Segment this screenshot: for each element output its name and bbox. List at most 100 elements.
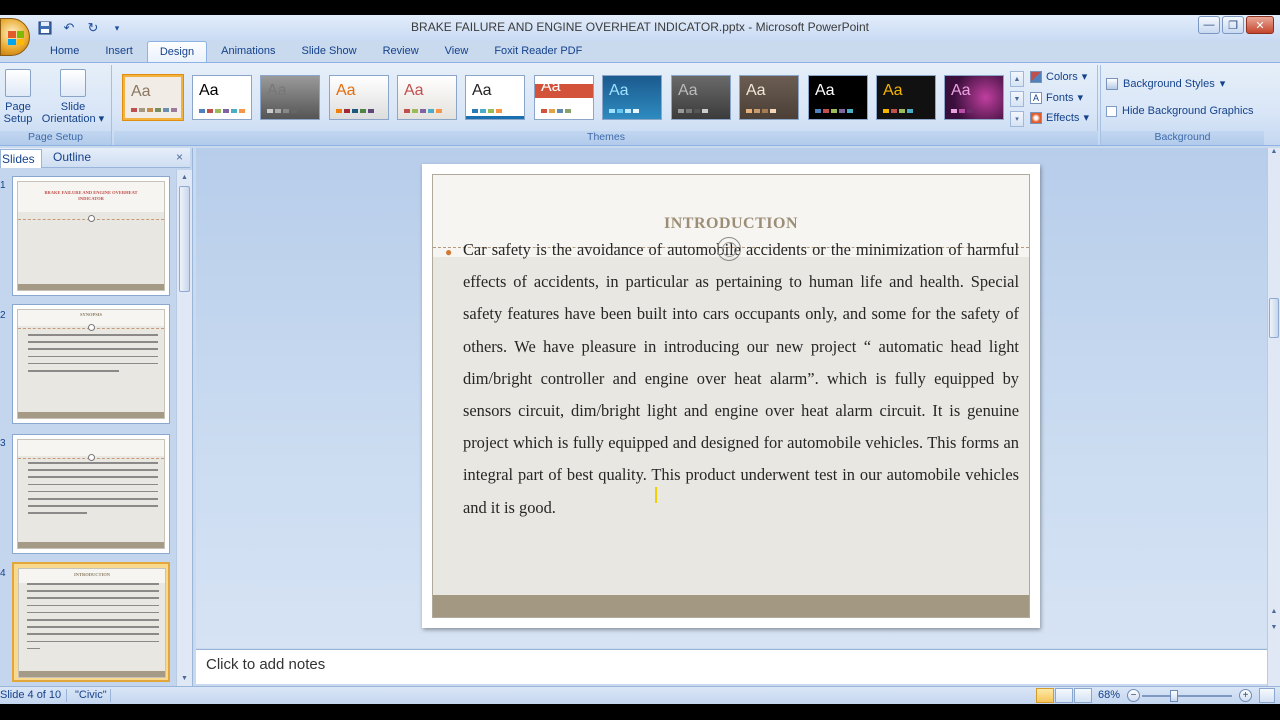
main-vertical-scrollbar[interactable]: ▲ ▲ ▼	[1267, 148, 1280, 686]
page-setup-label: Page	[5, 101, 31, 113]
zoom-in-icon[interactable]: +	[1239, 689, 1252, 702]
slide-orientation-button[interactable]: Slide Orientation ▾	[38, 69, 108, 125]
scroll-down-icon[interactable]: ▼	[1268, 624, 1280, 638]
close-icon[interactable]: ✕	[1246, 16, 1274, 34]
theme-metro[interactable]: Aa	[739, 75, 799, 120]
theme-opulent[interactable]: Aa	[876, 75, 936, 120]
scroll-down-icon[interactable]: ▼	[1010, 91, 1024, 107]
background-styles-button[interactable]: Background Styles ▾	[1106, 77, 1225, 90]
tab-design[interactable]: Design	[146, 41, 208, 63]
zoom-out-icon[interactable]: −	[1127, 689, 1140, 702]
background-group-label: Background	[1101, 131, 1264, 145]
zoom-level[interactable]: 68%	[1098, 689, 1120, 701]
theme-equity[interactable]: Aa	[465, 75, 525, 120]
scroll-up-icon[interactable]: ▲	[177, 170, 192, 185]
tab-foxit-reader-pdf[interactable]: Foxit Reader PDF	[482, 41, 594, 63]
effects-button[interactable]: Effects ▾	[1030, 111, 1089, 124]
scroll-up-icon[interactable]: ▲	[1268, 148, 1280, 162]
close-icon[interactable]: ×	[176, 150, 183, 164]
tab-outline[interactable]: Outline	[53, 150, 91, 164]
theme-civic[interactable]: Aa	[123, 75, 183, 120]
slide-footer-band	[433, 595, 1029, 617]
slide-orientation-icon	[60, 69, 86, 97]
tab-insert[interactable]: Insert	[93, 41, 145, 63]
theme-sample-text: Aa	[472, 82, 492, 99]
tab-slide-show[interactable]: Slide Show	[290, 41, 369, 63]
slide-thumbnail-2[interactable]: SYNOPSIS	[12, 304, 170, 424]
fonts-label: Fonts	[1046, 91, 1074, 104]
theme-sample-text: Aa	[541, 78, 561, 95]
slide-sorter-view-icon[interactable]	[1055, 688, 1073, 703]
theme-aspect[interactable]: Aa	[329, 75, 389, 120]
slide-thumbnails: 1 BRAKE FAILURE AND ENGINE OVERHEAT INDI…	[0, 170, 176, 686]
slide-thumbnail-1[interactable]: BRAKE FAILURE AND ENGINE OVERHEAT INDICA…	[12, 176, 170, 296]
tab-slides[interactable]: Slides	[0, 149, 42, 168]
tab-home[interactable]: Home	[38, 41, 91, 63]
slide-thumbnail-3[interactable]	[12, 434, 170, 554]
themes-group-label: Themes	[114, 131, 1098, 145]
window-controls: — ❐ ✕	[1198, 16, 1274, 34]
slide-frame: INTRODUCTION ● Car safety is the avoidan…	[432, 174, 1030, 618]
theme-foundry[interactable]: Aa	[602, 75, 662, 120]
chevron-down-icon: ▾	[1081, 71, 1088, 83]
slide-thumbnail-4[interactable]: INTRODUCTION	[12, 562, 170, 682]
fonts-icon: A	[1030, 91, 1042, 104]
slide-title[interactable]: INTRODUCTION	[433, 215, 1029, 233]
zoom-slider[interactable]	[1142, 695, 1232, 697]
scrollbar-thumb[interactable]	[1269, 298, 1279, 338]
rotation-handle-icon[interactable]	[717, 237, 741, 261]
top-black-bar	[0, 0, 1280, 15]
normal-view-icon[interactable]	[1036, 688, 1054, 703]
fit-slide-icon[interactable]	[1259, 688, 1275, 703]
theme-sample-text: Aa	[267, 82, 287, 99]
notes-placeholder[interactable]: Click to add notes	[206, 656, 325, 673]
maximize-icon[interactable]: ❐	[1222, 16, 1244, 34]
more-themes-icon[interactable]: ▾	[1010, 111, 1024, 127]
tab-animations[interactable]: Animations	[209, 41, 287, 63]
bottom-black-bar	[0, 704, 1280, 720]
slide-body-text[interactable]: Car safety is the avoidance of automobil…	[463, 234, 1019, 524]
tab-view[interactable]: View	[433, 41, 481, 63]
page-setup-button[interactable]: Page Setup	[2, 69, 34, 125]
checkbox-icon[interactable]	[1106, 105, 1117, 117]
theme-office[interactable]: Aa	[192, 75, 252, 120]
minimize-icon[interactable]: —	[1198, 16, 1220, 34]
background-styles-icon	[1106, 77, 1118, 90]
powerpoint-window: ↶ ↻ ▾ BRAKE FAILURE AND ENGINE OVERHEAT …	[0, 0, 1280, 720]
notes-pane[interactable]: Click to add notes	[196, 649, 1267, 684]
page-setup-group-label: Page Setup	[0, 131, 111, 145]
theme-sample-text: Aa	[951, 82, 971, 99]
chevron-down-icon: ▾	[1219, 78, 1226, 90]
theme-concourse[interactable]: Aa	[397, 75, 457, 120]
fonts-button[interactable]: A Fonts ▾	[1030, 91, 1083, 104]
current-slide[interactable]: INTRODUCTION ● Car safety is the avoidan…	[422, 164, 1040, 628]
theme-module[interactable]: Aa	[808, 75, 868, 120]
scroll-down-icon[interactable]: ▲	[1268, 608, 1280, 622]
slide-number: 1	[0, 180, 6, 191]
page-setup-group: Page Setup Slide Orientation ▾ Page Setu…	[0, 65, 112, 145]
theme-median[interactable]: Aa	[671, 75, 731, 120]
slides-pane-scrollbar[interactable]: ▲ ▼	[176, 170, 192, 686]
scrollbar-thumb[interactable]	[179, 186, 190, 292]
colors-button[interactable]: Colors ▾	[1030, 70, 1087, 83]
background-styles-label: Background Styles	[1123, 77, 1215, 90]
colors-icon	[1030, 70, 1042, 83]
ribbon: Page Setup Slide Orientation ▾ Page Setu…	[0, 62, 1280, 146]
theme-sample-text: Aa	[746, 82, 766, 99]
hide-background-graphics-checkbox[interactable]: Hide Background Graphics	[1106, 105, 1253, 117]
theme-flow[interactable]: Aa	[534, 75, 594, 120]
slide-position: Slide 4 of 10	[0, 689, 62, 701]
text-cursor-icon	[655, 487, 661, 503]
theme-oriel[interactable]: Aa	[944, 75, 1004, 120]
slide-number: 4	[0, 568, 6, 579]
theme-sample-text: Aa	[609, 82, 629, 99]
theme-apex[interactable]: Aa	[260, 75, 320, 120]
tab-review[interactable]: Review	[371, 41, 431, 63]
page-setup-label-2: Setup	[3, 113, 33, 125]
zoom-slider-knob[interactable]	[1170, 690, 1178, 702]
scroll-up-icon[interactable]: ▲	[1010, 71, 1024, 87]
status-separator	[110, 689, 111, 702]
slide-show-view-icon[interactable]	[1074, 688, 1092, 703]
slide-number: 3	[0, 438, 6, 449]
scroll-down-icon[interactable]: ▼	[177, 671, 192, 686]
